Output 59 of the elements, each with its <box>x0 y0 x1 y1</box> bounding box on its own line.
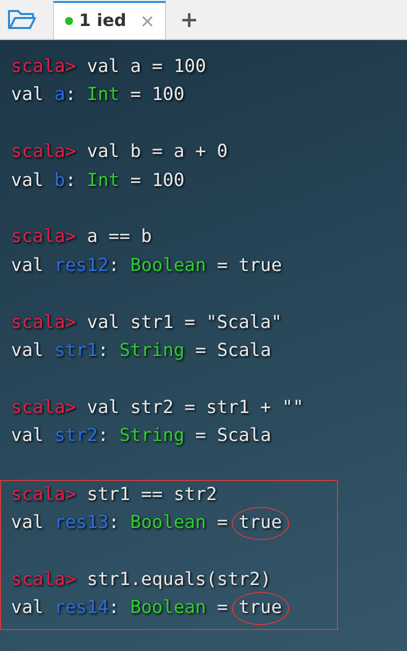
equals-sign: = <box>216 596 228 620</box>
type-name: Boolean <box>130 511 206 536</box>
result-value: true <box>232 592 289 625</box>
type-name: Int <box>86 168 120 193</box>
colon: : <box>98 424 109 448</box>
command-text: str1 == str2 <box>86 482 217 507</box>
command-text: val b = a + 0 <box>86 140 228 164</box>
repl-prompt: scala> <box>11 310 76 335</box>
type-name: Int <box>86 83 120 108</box>
equals-sign: = <box>216 511 228 536</box>
command-text: val str2 = str1 + "" <box>86 396 304 420</box>
equals-sign: = <box>195 424 206 448</box>
terminal-tab[interactable]: 1 ied × <box>53 1 166 39</box>
keyword: val <box>11 596 44 620</box>
repl-prompt: scala> <box>11 140 76 164</box>
result-value: 100 <box>152 168 184 193</box>
type-name: String <box>119 424 184 448</box>
keyword: val <box>11 338 44 363</box>
colon: : <box>65 168 76 193</box>
variable-name: b <box>54 168 66 193</box>
result-value: true <box>238 254 282 278</box>
colon: : <box>108 254 120 278</box>
variable-name: str2 <box>54 424 98 448</box>
variable-name: res12 <box>54 254 109 278</box>
tab-label: 1 ied <box>79 11 126 31</box>
equals-sign: = <box>216 254 228 278</box>
colon: : <box>108 511 120 536</box>
result-value: 100 <box>152 83 184 108</box>
colon: : <box>108 596 120 620</box>
type-name: Boolean <box>130 596 206 620</box>
type-name: Boolean <box>130 254 206 278</box>
variable-name: a <box>54 83 66 108</box>
command-text: a == b <box>86 225 152 250</box>
keyword: val <box>11 254 44 278</box>
result-value: true <box>232 507 289 540</box>
new-tab-button[interactable]: + <box>180 8 198 33</box>
result-value: Scala <box>216 424 272 448</box>
command-text: str1.equals(str2) <box>86 568 272 592</box>
colon: : <box>65 83 76 108</box>
repl-prompt: scala> <box>11 396 76 420</box>
command-text: val a = 100 <box>86 55 206 79</box>
variable-name: res13 <box>54 511 109 536</box>
keyword: val <box>11 511 44 536</box>
result-value: Scala <box>216 338 272 363</box>
command-text: val str1 = "Scala" <box>86 310 282 335</box>
equals-sign: = <box>130 168 142 193</box>
equals-sign: = <box>130 83 142 108</box>
repl-prompt: scala> <box>11 568 76 592</box>
variable-name: str1 <box>54 338 98 363</box>
type-name: String <box>119 338 184 363</box>
repl-prompt: scala> <box>11 225 76 250</box>
repl-prompt: scala> <box>11 55 76 79</box>
keyword: val <box>11 424 44 448</box>
repl-prompt: scala> <box>11 482 76 507</box>
colon: : <box>98 338 109 363</box>
equals-sign: = <box>195 338 206 363</box>
variable-name: res14 <box>54 596 109 620</box>
keyword: val <box>11 168 44 193</box>
keyword: val <box>11 83 44 108</box>
